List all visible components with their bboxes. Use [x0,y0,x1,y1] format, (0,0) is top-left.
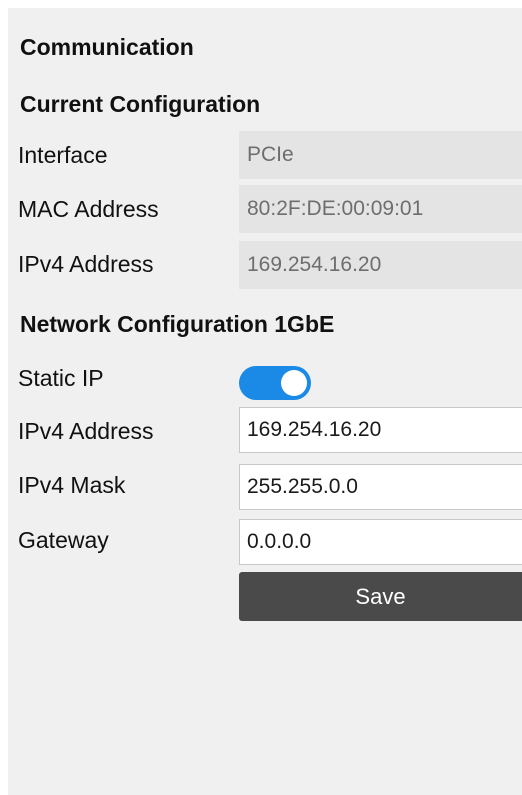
mac-address-value: 80:2F:DE:00:09:01 [239,185,522,233]
network-configuration-heading: Network Configuration 1GbE [20,311,335,337]
toggle-knob [281,370,307,396]
ipv4-address-input[interactable] [239,407,522,453]
page-title: Communication [20,34,194,60]
current-ipv4-address-label: IPv4 Address [18,251,154,277]
ipv4-mask-label: IPv4 Mask [18,472,126,498]
static-ip-label: Static IP [18,365,104,391]
ipv4-mask-input[interactable] [239,464,522,510]
gateway-label: Gateway [18,527,109,553]
current-ipv4-address-value: 169.254.16.20 [239,241,522,289]
save-button[interactable]: Save [239,572,522,621]
current-configuration-heading: Current Configuration [20,91,261,117]
static-ip-toggle[interactable] [239,366,311,400]
mac-address-label: MAC Address [18,196,159,222]
communication-panel: Communication Current Configuration Inte… [8,8,522,795]
ipv4-address-label: IPv4 Address [18,418,154,444]
gateway-input[interactable] [239,519,522,565]
interface-label: Interface [18,142,108,168]
interface-value: PCIe [239,131,522,179]
